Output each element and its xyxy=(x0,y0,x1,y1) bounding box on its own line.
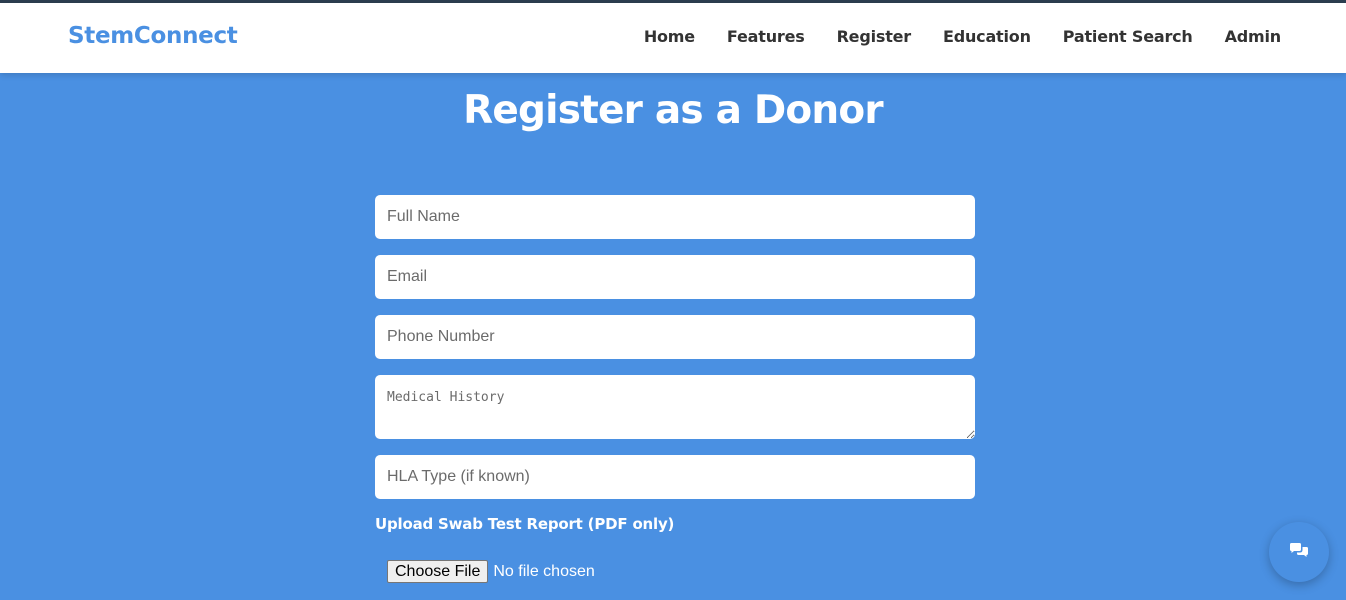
navbar: StemConnect Home Features Register Educa… xyxy=(0,3,1346,73)
choose-file-button[interactable]: Choose File xyxy=(387,560,489,583)
nav-link-patient-search[interactable]: Patient Search xyxy=(1063,27,1193,46)
page-title: Register as a Donor xyxy=(463,88,883,133)
chat-bubbles-icon xyxy=(1289,542,1309,563)
nav-link-home[interactable]: Home xyxy=(644,27,695,46)
phone-number-input[interactable] xyxy=(375,315,975,359)
nav-link-education[interactable]: Education xyxy=(943,27,1031,46)
nav-link-features[interactable]: Features xyxy=(727,27,805,46)
chat-button[interactable] xyxy=(1269,522,1329,582)
nav-link-admin[interactable]: Admin xyxy=(1225,27,1282,46)
brand-logo[interactable]: StemConnect xyxy=(68,23,238,49)
email-input[interactable] xyxy=(375,255,975,299)
nav-links: Home Features Register Education Patient… xyxy=(612,27,1281,46)
full-name-input[interactable] xyxy=(375,195,975,239)
file-status-text: No file chosen xyxy=(493,562,595,580)
hla-type-input[interactable] xyxy=(375,455,975,499)
upload-label: Upload Swab Test Report (PDF only) xyxy=(375,515,675,533)
file-input[interactable]: Choose File No file chosen xyxy=(387,560,595,583)
nav-link-register[interactable]: Register xyxy=(837,27,912,46)
medical-history-textarea[interactable] xyxy=(375,375,975,439)
donor-registration-form: Upload Swab Test Report (PDF only) Choos… xyxy=(375,195,975,583)
